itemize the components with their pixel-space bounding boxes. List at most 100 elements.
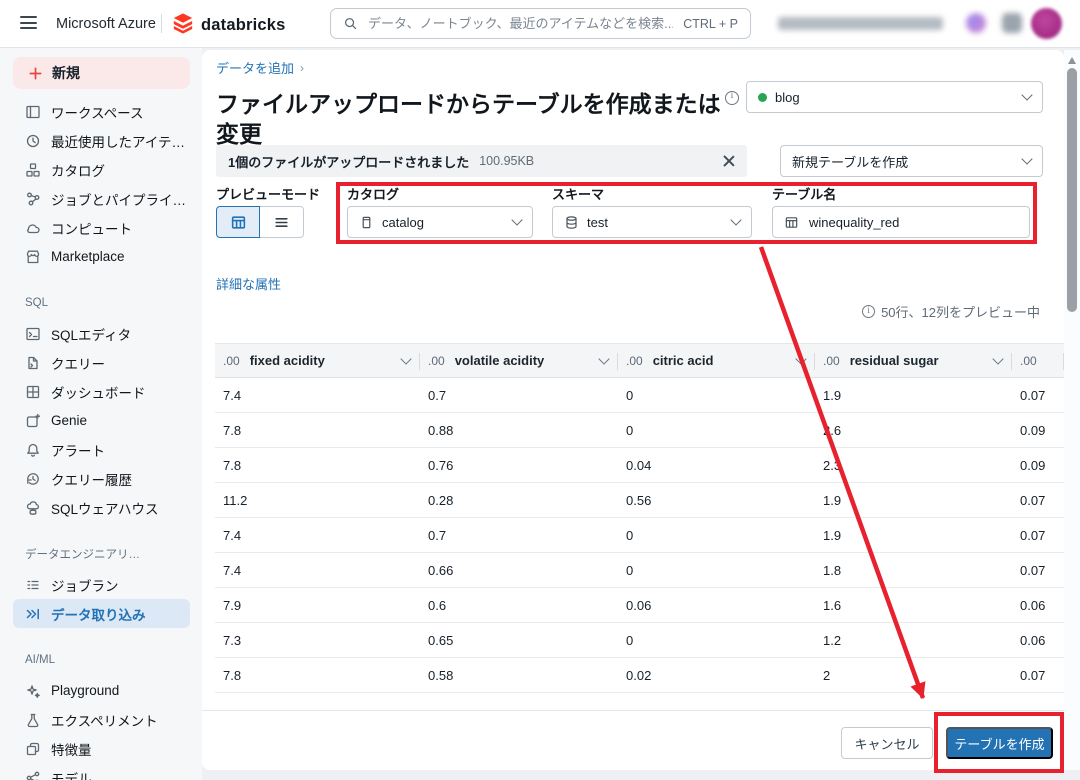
schema-select[interactable]: test	[552, 206, 752, 238]
scrollbar-thumb[interactable]	[1067, 68, 1077, 312]
sidebar-item-compute[interactable]: コンピュート	[0, 213, 202, 242]
table-cell: 0.07	[1012, 553, 1064, 587]
sidebar-item-alerts[interactable]: アラート	[0, 435, 202, 464]
table-row: 7.80.8802.60.09	[215, 413, 1064, 448]
preview-info-text: 50行、12列をプレビュー中	[881, 302, 1040, 321]
query-file-icon	[25, 355, 41, 371]
create-table-button[interactable]: テーブルを作成	[946, 727, 1053, 759]
schema-label: スキーマ	[552, 184, 604, 203]
table-cell: 0.06	[1012, 623, 1064, 657]
column-header-volatile-acidity[interactable]: .00 volatile acidity	[420, 344, 618, 377]
cluster-select[interactable]: blog	[746, 81, 1043, 113]
table-cell: 0.06	[618, 588, 815, 622]
databricks-logo-icon	[172, 12, 194, 39]
table-cell: 0.6	[420, 588, 618, 622]
topbar-icon-redacted-1[interactable]	[966, 13, 986, 33]
scrollbar-up-arrow[interactable]	[1068, 57, 1076, 64]
sidebar-item-sql-editor[interactable]: SQLエディタ	[0, 319, 202, 348]
sidebar-item-playground[interactable]: Playground	[0, 676, 202, 705]
table-name-field[interactable]	[772, 206, 1030, 238]
sidebar-item-sql-warehouses[interactable]: SQLウェアハウス	[0, 493, 202, 522]
upload-banner-message: 1個のファイルがアップロードされました	[228, 152, 469, 171]
table-cell: 2.3	[815, 448, 1012, 482]
table-row: 7.40.701.90.07	[215, 378, 1064, 413]
preview-mode-toggle	[216, 206, 304, 238]
column-header-clipped[interactable]: .00	[1012, 344, 1064, 377]
chevron-down-icon[interactable]	[992, 353, 1003, 364]
global-search[interactable]: CTRL + P	[330, 8, 751, 39]
chevron-down-icon[interactable]	[795, 353, 806, 364]
sidebar-item-jobs-pipelines[interactable]: ジョブとパイプライ…	[0, 184, 202, 213]
table-cell: 7.9	[215, 588, 420, 622]
table-cell: 0	[618, 553, 815, 587]
sidebar-section-sql: SQL	[0, 293, 202, 313]
column-header-fixed-acidity[interactable]: .00 fixed acidity	[215, 344, 420, 377]
dashboard-icon	[25, 384, 41, 400]
storefront-icon	[25, 249, 41, 265]
topbar-icon-redacted-2[interactable]	[1002, 13, 1022, 33]
catalog-field-icon	[359, 215, 374, 230]
sparkle-icon	[25, 683, 41, 699]
chevron-down-icon	[1021, 153, 1032, 164]
workspace-name-redacted[interactable]	[778, 17, 943, 30]
table-mode-select[interactable]: 新規テーブルを作成	[780, 145, 1043, 177]
sidebar-item-data-ingestion[interactable]: データ取り込み	[13, 599, 190, 628]
cancel-button[interactable]: キャンセル	[841, 727, 933, 759]
sidebar-item-catalog[interactable]: カタログ	[0, 155, 202, 184]
new-button[interactable]: 新規	[13, 57, 190, 89]
table-cell: 1.2	[815, 623, 1012, 657]
main-content: データを追加 › ファイルアップロードからテーブルを作成または変更 blog 1…	[202, 50, 1064, 770]
sql-editor-icon	[25, 326, 41, 342]
table-body: 7.40.701.90.077.80.8802.60.097.80.760.04…	[215, 378, 1064, 693]
chevron-down-icon[interactable]	[598, 353, 609, 364]
table-cell: 0.04	[618, 448, 815, 482]
search-shortcut-hint: CTRL + P	[683, 17, 738, 31]
advanced-attributes-link[interactable]: 詳細な属性	[216, 274, 281, 293]
table-cell: 0.09	[1012, 413, 1064, 447]
column-header-citric-acid[interactable]: .00 citric acid	[618, 344, 815, 377]
user-avatar[interactable]	[1031, 8, 1062, 39]
job-runs-icon	[25, 577, 41, 593]
sidebar-item-dashboards[interactable]: ダッシュボード	[0, 377, 202, 406]
chevron-down-icon[interactable]	[400, 353, 411, 364]
sidebar-item-marketplace[interactable]: Marketplace	[0, 242, 202, 271]
sidebar-item-models[interactable]: モデル	[0, 763, 202, 780]
sidebar-item-queries[interactable]: クエリー	[0, 348, 202, 377]
catalog-select-value: catalog	[382, 215, 424, 230]
table-name-input[interactable]	[807, 214, 1018, 231]
sidebar-item-workspace[interactable]: ワークスペース	[0, 97, 202, 126]
table-row: 7.80.760.042.30.09	[215, 448, 1064, 483]
database-icon	[564, 215, 579, 230]
hamburger-menu-icon[interactable]	[20, 16, 37, 29]
sidebar-item-query-history[interactable]: クエリー履歴	[0, 464, 202, 493]
preview-info: 50行、12列をプレビュー中	[862, 302, 1040, 321]
catalog-select[interactable]: catalog	[347, 206, 533, 238]
sidebar-item-experiments[interactable]: エクスペリメント	[0, 705, 202, 734]
page-title: ファイルアップロードからテーブルを作成または変更	[216, 89, 732, 149]
table-cell: 0.7	[420, 378, 618, 412]
preview-mode-table-button[interactable]	[216, 206, 260, 238]
search-icon	[343, 16, 358, 31]
title-info-icon[interactable]	[725, 91, 739, 105]
breadcrumb-link-add-data[interactable]: データを追加	[216, 58, 294, 77]
databricks-app: Microsoft Azure databricks CTRL + P	[0, 0, 1080, 780]
table-cell: 0.7	[420, 518, 618, 552]
column-header-residual-sugar[interactable]: .00 residual sugar	[815, 344, 1012, 377]
table-row: 7.30.6501.20.06	[215, 623, 1064, 658]
table-cell: 0.88	[420, 413, 618, 447]
sidebar-item-features[interactable]: 特徴量	[0, 734, 202, 763]
preview-mode-list-button[interactable]	[260, 206, 304, 238]
close-icon[interactable]	[721, 154, 735, 168]
table-row: 7.90.60.061.60.06	[215, 588, 1064, 623]
search-input[interactable]	[366, 15, 675, 32]
sidebar-item-recents[interactable]: 最近使用したアイテ…	[0, 126, 202, 155]
table-cell: 7.4	[215, 518, 420, 552]
sidebar-item-job-runs[interactable]: ジョブラン	[0, 570, 202, 599]
table-grid-icon	[230, 214, 247, 231]
databricks-logo[interactable]: databricks	[172, 12, 286, 39]
genie-icon	[25, 413, 41, 429]
table-cell: 2.6	[815, 413, 1012, 447]
sidebar-item-genie[interactable]: Genie	[0, 406, 202, 435]
table-cell: 0.58	[420, 658, 618, 692]
table-cell: 0.07	[1012, 518, 1064, 552]
